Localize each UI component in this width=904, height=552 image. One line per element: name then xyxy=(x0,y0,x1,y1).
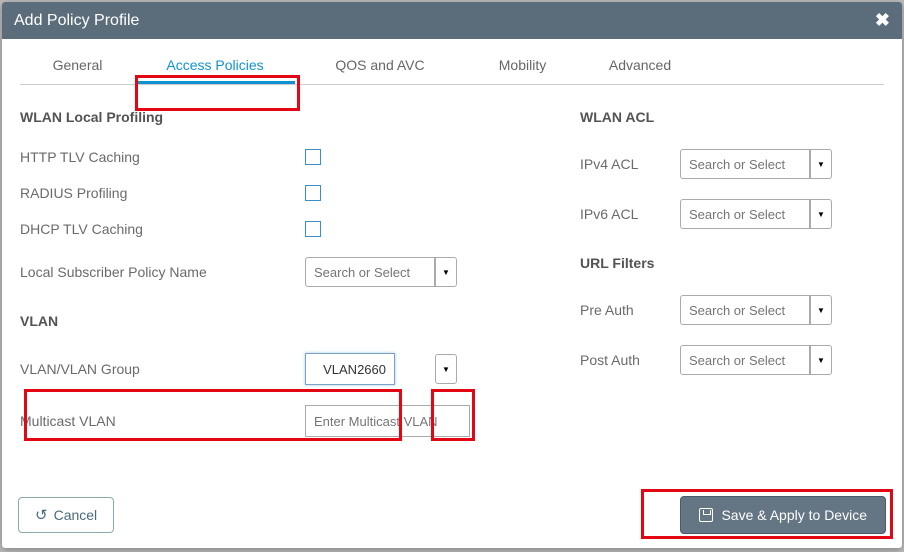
label-ipv4-acl: IPv4 ACL xyxy=(580,156,670,172)
dropdown-post-auth[interactable]: ▼ xyxy=(810,345,832,375)
dialog-footer: Cancel Save & Apply to Device xyxy=(2,486,902,548)
tab-access-policies[interactable]: Access Policies xyxy=(135,49,295,84)
label-http-tlv: HTTP TLV Caching xyxy=(20,149,295,165)
row-pre-auth: Pre Auth ▼ xyxy=(580,285,880,335)
tab-advanced[interactable]: Advanced xyxy=(580,49,700,84)
checkbox-http-tlv[interactable] xyxy=(305,149,321,165)
row-ipv4-acl: IPv4 ACL ▼ xyxy=(580,139,880,189)
form-columns: WLAN Local Profiling HTTP TLV Caching RA… xyxy=(20,93,884,453)
input-vlan-group[interactable] xyxy=(305,353,395,385)
combo-post-auth: ▼ xyxy=(680,345,832,375)
row-multicast-vlan: Multicast VLAN xyxy=(20,395,480,447)
label-dhcp-tlv: DHCP TLV Caching xyxy=(20,221,295,237)
combo-pre-auth: ▼ xyxy=(680,295,832,325)
section-vlan: VLAN xyxy=(20,297,480,343)
dropdown-ipv6-acl[interactable]: ▼ xyxy=(810,199,832,229)
input-post-auth[interactable] xyxy=(680,345,810,375)
label-vlan-group: VLAN/VLAN Group xyxy=(20,361,295,377)
dialog: Add Policy Profile ✖ General Access Poli… xyxy=(2,2,902,548)
input-ipv6-acl[interactable] xyxy=(680,199,810,229)
input-ipv4-acl[interactable] xyxy=(680,149,810,179)
dialog-title: Add Policy Profile xyxy=(14,12,139,30)
cancel-button[interactable]: Cancel xyxy=(18,497,114,533)
row-local-subscriber: Local Subscriber Policy Name ▼ xyxy=(20,247,480,297)
right-column: WLAN ACL IPv4 ACL ▼ IPv6 ACL ▼ URL Filte xyxy=(580,99,880,447)
checkbox-dhcp-tlv[interactable] xyxy=(305,221,321,237)
row-post-auth: Post Auth ▼ xyxy=(580,335,880,385)
row-vlan-group: VLAN/VLAN Group ▼ xyxy=(20,343,480,395)
save-icon xyxy=(699,508,713,522)
checkbox-radius-profiling[interactable] xyxy=(305,185,321,201)
label-pre-auth: Pre Auth xyxy=(580,302,670,318)
input-pre-auth[interactable] xyxy=(680,295,810,325)
row-http-tlv: HTTP TLV Caching xyxy=(20,139,480,175)
tab-general[interactable]: General xyxy=(20,49,135,84)
combo-ipv4-acl: ▼ xyxy=(680,149,832,179)
dialog-header: Add Policy Profile ✖ xyxy=(2,2,902,39)
combo-local-subscriber: ▼ xyxy=(305,257,457,287)
undo-icon xyxy=(35,506,48,524)
save-label: Save & Apply to Device xyxy=(721,507,867,523)
save-apply-button[interactable]: Save & Apply to Device xyxy=(680,496,886,534)
label-multicast-vlan: Multicast VLAN xyxy=(20,413,295,429)
label-ipv6-acl: IPv6 ACL xyxy=(580,206,670,222)
input-multicast-vlan[interactable] xyxy=(305,405,470,437)
row-ipv6-acl: IPv6 ACL ▼ xyxy=(580,189,880,239)
row-dhcp-tlv: DHCP TLV Caching xyxy=(20,211,480,247)
tab-qos-avc[interactable]: QOS and AVC xyxy=(295,49,465,84)
dropdown-pre-auth[interactable]: ▼ xyxy=(810,295,832,325)
label-local-subscriber: Local Subscriber Policy Name xyxy=(20,264,295,280)
dropdown-vlan-group[interactable]: ▼ xyxy=(435,354,457,384)
dropdown-ipv4-acl[interactable]: ▼ xyxy=(810,149,832,179)
section-url-filters: URL Filters xyxy=(580,239,880,285)
label-radius-profiling: RADIUS Profiling xyxy=(20,185,295,201)
close-icon[interactable]: ✖ xyxy=(875,10,890,31)
combo-ipv6-acl: ▼ xyxy=(680,199,832,229)
cancel-label: Cancel xyxy=(54,507,98,523)
dropdown-local-subscriber[interactable]: ▼ xyxy=(435,257,457,287)
left-column: WLAN Local Profiling HTTP TLV Caching RA… xyxy=(20,99,480,447)
section-wlan-acl: WLAN ACL xyxy=(580,99,880,139)
row-radius-profiling: RADIUS Profiling xyxy=(20,175,480,211)
tab-bar: General Access Policies QOS and AVC Mobi… xyxy=(20,49,884,85)
input-local-subscriber[interactable] xyxy=(305,257,435,287)
tab-mobility[interactable]: Mobility xyxy=(465,49,580,84)
dialog-content: General Access Policies QOS and AVC Mobi… xyxy=(2,39,902,486)
section-wlan-local-profiling: WLAN Local Profiling xyxy=(20,99,480,139)
label-post-auth: Post Auth xyxy=(580,352,670,368)
